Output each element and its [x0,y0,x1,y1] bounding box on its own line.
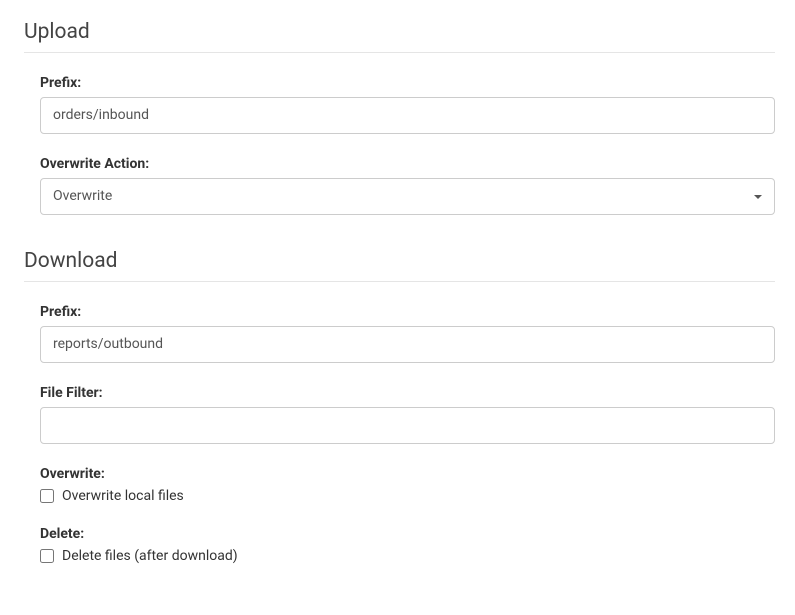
download-prefix-input[interactable] [40,326,775,363]
download-overwrite-checkbox[interactable] [40,489,54,503]
download-prefix-group: Prefix: [24,304,775,363]
upload-overwrite-action-group: Overwrite Action: Overwrite [24,156,775,215]
download-file-filter-label: File Filter: [40,385,775,401]
download-divider [24,281,775,282]
upload-divider [24,52,775,53]
download-delete-checkbox-label[interactable]: Delete files (after download) [62,548,238,564]
download-prefix-label: Prefix: [40,304,775,320]
download-delete-group: Delete: Delete files (after download) [24,526,775,564]
download-overwrite-group: Overwrite: Overwrite local files [24,466,775,504]
download-file-filter-group: File Filter: [24,385,775,444]
download-delete-checkbox[interactable] [40,549,54,563]
upload-prefix-label: Prefix: [40,75,775,91]
download-overwrite-checkbox-label[interactable]: Overwrite local files [62,488,184,504]
upload-overwrite-action-select[interactable]: Overwrite [40,178,775,215]
download-heading: Download [24,249,775,273]
upload-overwrite-action-label: Overwrite Action: [40,156,775,172]
download-file-filter-input[interactable] [40,407,775,444]
download-delete-label: Delete: [40,526,775,542]
upload-prefix-group: Prefix: [24,75,775,134]
upload-prefix-input[interactable] [40,97,775,134]
upload-heading: Upload [24,20,775,44]
download-overwrite-label: Overwrite: [40,466,775,482]
